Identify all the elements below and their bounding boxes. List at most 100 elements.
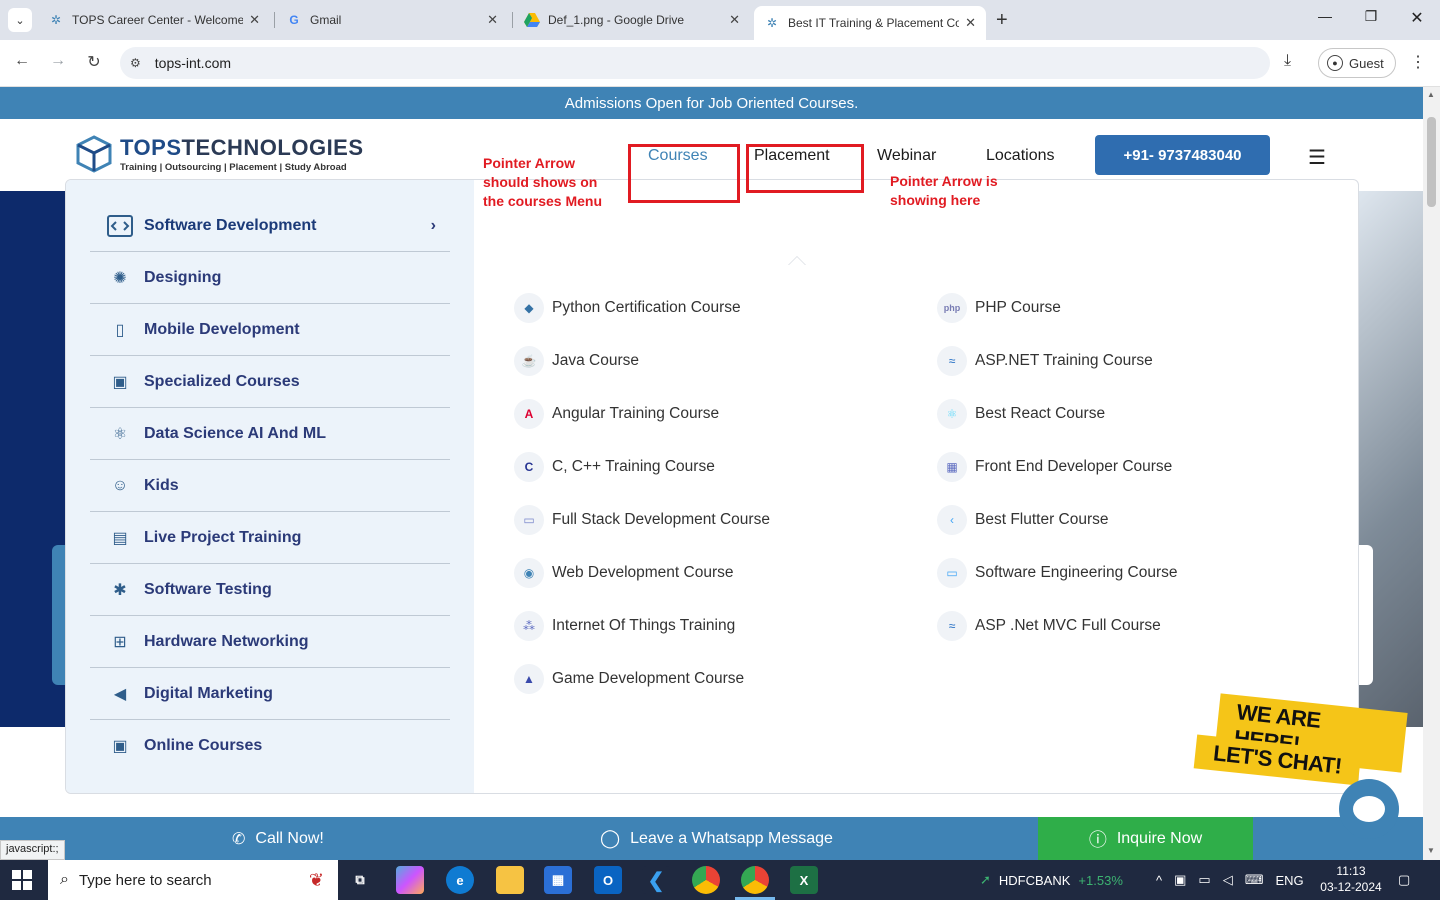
- scroll-thumb[interactable]: [1427, 117, 1436, 207]
- edge-icon[interactable]: e: [446, 866, 474, 894]
- url-bar[interactable]: ⚙ tops-int.com: [120, 47, 1270, 79]
- clock[interactable]: 11:13 03-12-2024: [1318, 863, 1384, 895]
- browser-tab-bar: ⌄ ✲ TOPS Career Center - Welcome ✕ G Gma…: [0, 0, 1440, 40]
- window-close-icon[interactable]: ✕: [1402, 8, 1432, 28]
- reload-icon[interactable]: ↻: [82, 52, 106, 72]
- php-icon: php: [937, 293, 967, 323]
- task-view-icon[interactable]: ⧉: [346, 866, 374, 894]
- course-link[interactable]: ◆ Python Certification Course: [514, 293, 741, 323]
- category-kids[interactable]: ☺ Kids: [90, 460, 450, 512]
- category-online-courses[interactable]: ▣ Online Courses: [90, 720, 450, 772]
- site-settings-icon[interactable]: ⚙: [130, 56, 141, 70]
- profile-guest-button[interactable]: ● Guest: [1318, 48, 1396, 78]
- hamburger-menu-icon[interactable]: ☰: [1308, 145, 1326, 170]
- course-link[interactable]: ▦ Front End Developer Course: [937, 452, 1172, 482]
- outlook-icon[interactable]: O: [594, 866, 622, 894]
- chevron-right-icon: ›: [430, 216, 436, 234]
- restore-icon[interactable]: ❐: [1356, 8, 1386, 25]
- chrome-icon[interactable]: [692, 866, 720, 894]
- java-icon: ☕: [514, 346, 544, 376]
- google-g-icon: G: [289, 13, 299, 27]
- stock-widget[interactable]: ➚ HDFCBANK +1.53%: [980, 860, 1123, 900]
- close-icon[interactable]: ✕: [487, 12, 498, 28]
- category-hardware-networking[interactable]: ⊞ Hardware Networking: [90, 616, 450, 668]
- tops-logo[interactable]: TOPSTECHNOLOGIES Training | Outsourcing …: [74, 133, 364, 175]
- windows-start-icon[interactable]: [12, 870, 32, 890]
- forward-arrow-icon[interactable]: →: [46, 52, 70, 70]
- online-user-icon: ▣: [112, 738, 128, 755]
- course-link[interactable]: C C, C++ Training Course: [514, 452, 715, 482]
- course-link[interactable]: ⁂ Internet Of Things Training: [514, 611, 735, 641]
- minimize-icon[interactable]: —: [1310, 8, 1340, 24]
- course-link[interactable]: ≈ ASP.NET Training Course: [937, 346, 1153, 376]
- category-live-project-training[interactable]: ▤ Live Project Training: [90, 512, 450, 564]
- language-indicator[interactable]: ENG: [1275, 873, 1303, 888]
- tab-tops-career-center[interactable]: ✲ TOPS Career Center - Welcome ✕: [38, 6, 270, 34]
- page-scrollbar[interactable]: ▲ ▼: [1423, 87, 1440, 860]
- address-toolbar: ← → ↻ ⚙ tops-int.com ⤓ ● Guest ⋮: [0, 40, 1440, 87]
- scroll-down-icon[interactable]: ▼: [1427, 846, 1435, 855]
- whatsapp-button[interactable]: ◯ Leave a Whatsapp Message: [600, 817, 833, 860]
- close-icon[interactable]: ✕: [249, 12, 260, 28]
- question-circle-icon: ⓘ: [1088, 829, 1107, 850]
- tab-search-chevron-icon[interactable]: ⌄: [8, 8, 32, 32]
- keyboard-icon[interactable]: ⌨: [1245, 872, 1264, 888]
- close-icon[interactable]: ✕: [729, 12, 740, 28]
- course-link[interactable]: ⚛ Best React Course: [937, 399, 1105, 429]
- category-designing[interactable]: ✺ Designing: [90, 252, 450, 304]
- course-link[interactable]: php PHP Course: [937, 293, 1061, 323]
- chevron-up-icon[interactable]: ^: [1156, 873, 1162, 888]
- chrome-active-icon[interactable]: [741, 866, 769, 894]
- flutter-icon: ‹: [937, 505, 967, 535]
- volume-muted-icon[interactable]: ◁: [1223, 872, 1233, 888]
- nav-webinar[interactable]: Webinar: [877, 147, 936, 165]
- windows-taskbar: ⌕ Type here to search ❦ ⧉ e ▦ O ❮ X ➚ HD…: [0, 860, 1440, 900]
- chat-bubble-icon[interactable]: [1339, 779, 1399, 839]
- new-tab-plus-icon[interactable]: +: [996, 9, 1008, 32]
- category-specialized-courses[interactable]: ▣ Specialized Courses: [90, 356, 450, 408]
- mobile-icon: ▯: [115, 321, 125, 339]
- network-icon[interactable]: ▭: [1198, 872, 1210, 888]
- category-data-science[interactable]: ⚛ Data Science AI And ML: [90, 408, 450, 460]
- course-link[interactable]: A Angular Training Course: [514, 399, 719, 429]
- category-software-development[interactable]: Software Development ›: [90, 200, 450, 252]
- monitor-icon: ▭: [937, 558, 967, 588]
- copilot-icon[interactable]: [396, 866, 424, 894]
- course-link[interactable]: ☕ Java Course: [514, 346, 639, 376]
- chat-sign[interactable]: WE ARE HERE! LET'S CHAT!: [1193, 693, 1408, 786]
- tab-best-it-training[interactable]: ✲ Best IT Training & Placement Co ✕: [754, 6, 986, 40]
- call-now-button[interactable]: ✆ Call Now!: [232, 817, 324, 860]
- phone-button[interactable]: +91- 9737483040: [1095, 135, 1270, 175]
- tab-google-drive[interactable]: Def_1.png - Google Drive ✕: [514, 6, 750, 34]
- vscode-icon[interactable]: ❮: [642, 866, 670, 894]
- courses-mega-menu: Software Development › ✺ Designing ▯ Mob…: [65, 179, 1359, 794]
- code-window-icon: [106, 212, 134, 240]
- course-link[interactable]: ≈ ASP .Net MVC Full Course: [937, 611, 1161, 641]
- tab-gmail[interactable]: G Gmail ✕: [276, 6, 508, 34]
- more-menu-icon[interactable]: ⋮: [1410, 52, 1426, 72]
- course-link[interactable]: ▭ Full Stack Development Course: [514, 505, 770, 535]
- tops-favicon: ✲: [50, 13, 62, 27]
- aspnet-icon: ≈: [937, 611, 967, 641]
- certificate-icon: ▣: [112, 373, 128, 391]
- taskbar-search-box[interactable]: ⌕ Type here to search ❦: [48, 860, 338, 900]
- close-icon[interactable]: ✕: [965, 15, 976, 31]
- category-digital-marketing[interactable]: ◀ Digital Marketing: [90, 668, 450, 720]
- inquire-now-button[interactable]: ⓘ Inquire Now: [1038, 817, 1253, 860]
- course-link[interactable]: ‹ Best Flutter Course: [937, 505, 1109, 535]
- file-explorer-icon[interactable]: [496, 866, 524, 894]
- notifications-icon[interactable]: ▢: [1398, 860, 1410, 900]
- store-icon[interactable]: ▦: [544, 866, 572, 894]
- scroll-up-icon[interactable]: ▲: [1427, 90, 1435, 99]
- nav-locations[interactable]: Locations: [986, 147, 1055, 165]
- download-icon[interactable]: ⤓: [1284, 52, 1291, 70]
- course-link[interactable]: ▭ Software Engineering Course: [937, 558, 1177, 588]
- course-link[interactable]: ▲ Game Development Course: [514, 664, 744, 694]
- back-arrow-icon[interactable]: ←: [10, 52, 34, 70]
- meet-icon[interactable]: ▣: [1174, 872, 1186, 888]
- monitor-icon: ▭: [514, 505, 544, 535]
- category-mobile-development[interactable]: ▯ Mobile Development: [90, 304, 450, 356]
- category-software-testing[interactable]: ✱ Software Testing: [90, 564, 450, 616]
- excel-icon[interactable]: X: [790, 866, 818, 894]
- course-link[interactable]: ◉ Web Development Course: [514, 558, 734, 588]
